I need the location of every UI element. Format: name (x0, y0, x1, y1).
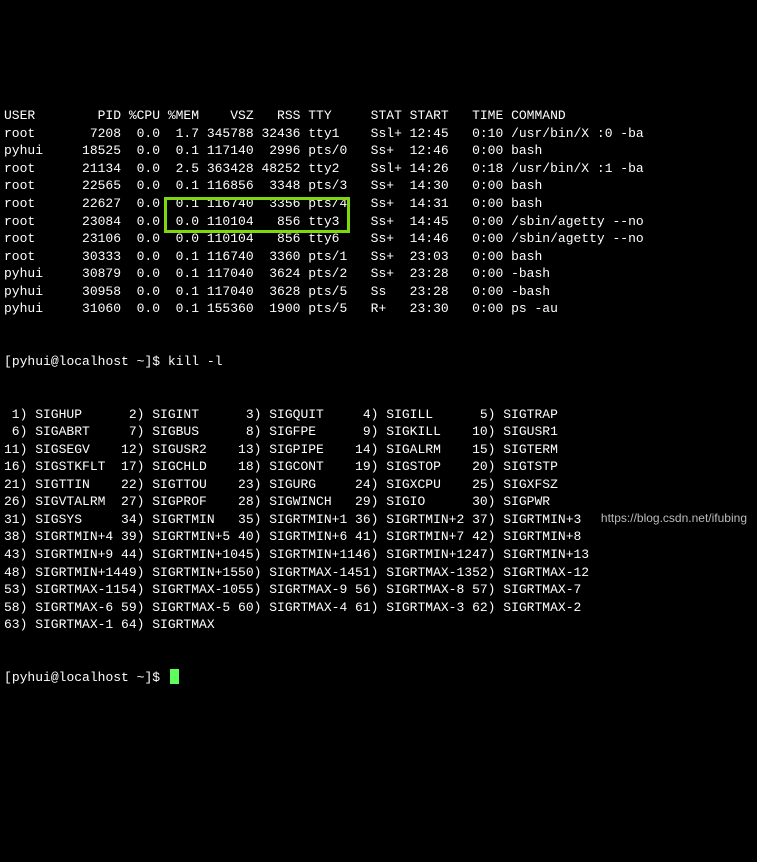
ps-output: USER PID %CPU %MEM VSZ RSS TTY STAT STAR… (4, 107, 753, 318)
attribution: https://blog.csdn.net/ifubing (601, 510, 747, 526)
cursor (170, 669, 179, 684)
prompt-line-2[interactable]: [pyhui@localhost ~]$ (4, 669, 753, 687)
prompt-1-text: [pyhui@localhost ~]$ (4, 354, 168, 369)
prompt-2-text: [pyhui@localhost ~]$ (4, 670, 168, 685)
prompt-line-1: [pyhui@localhost ~]$ kill -l (4, 353, 753, 371)
command-1: kill -l (168, 354, 223, 369)
terminal[interactable]: USER PID %CPU %MEM VSZ RSS TTY STAT STAR… (0, 70, 757, 704)
